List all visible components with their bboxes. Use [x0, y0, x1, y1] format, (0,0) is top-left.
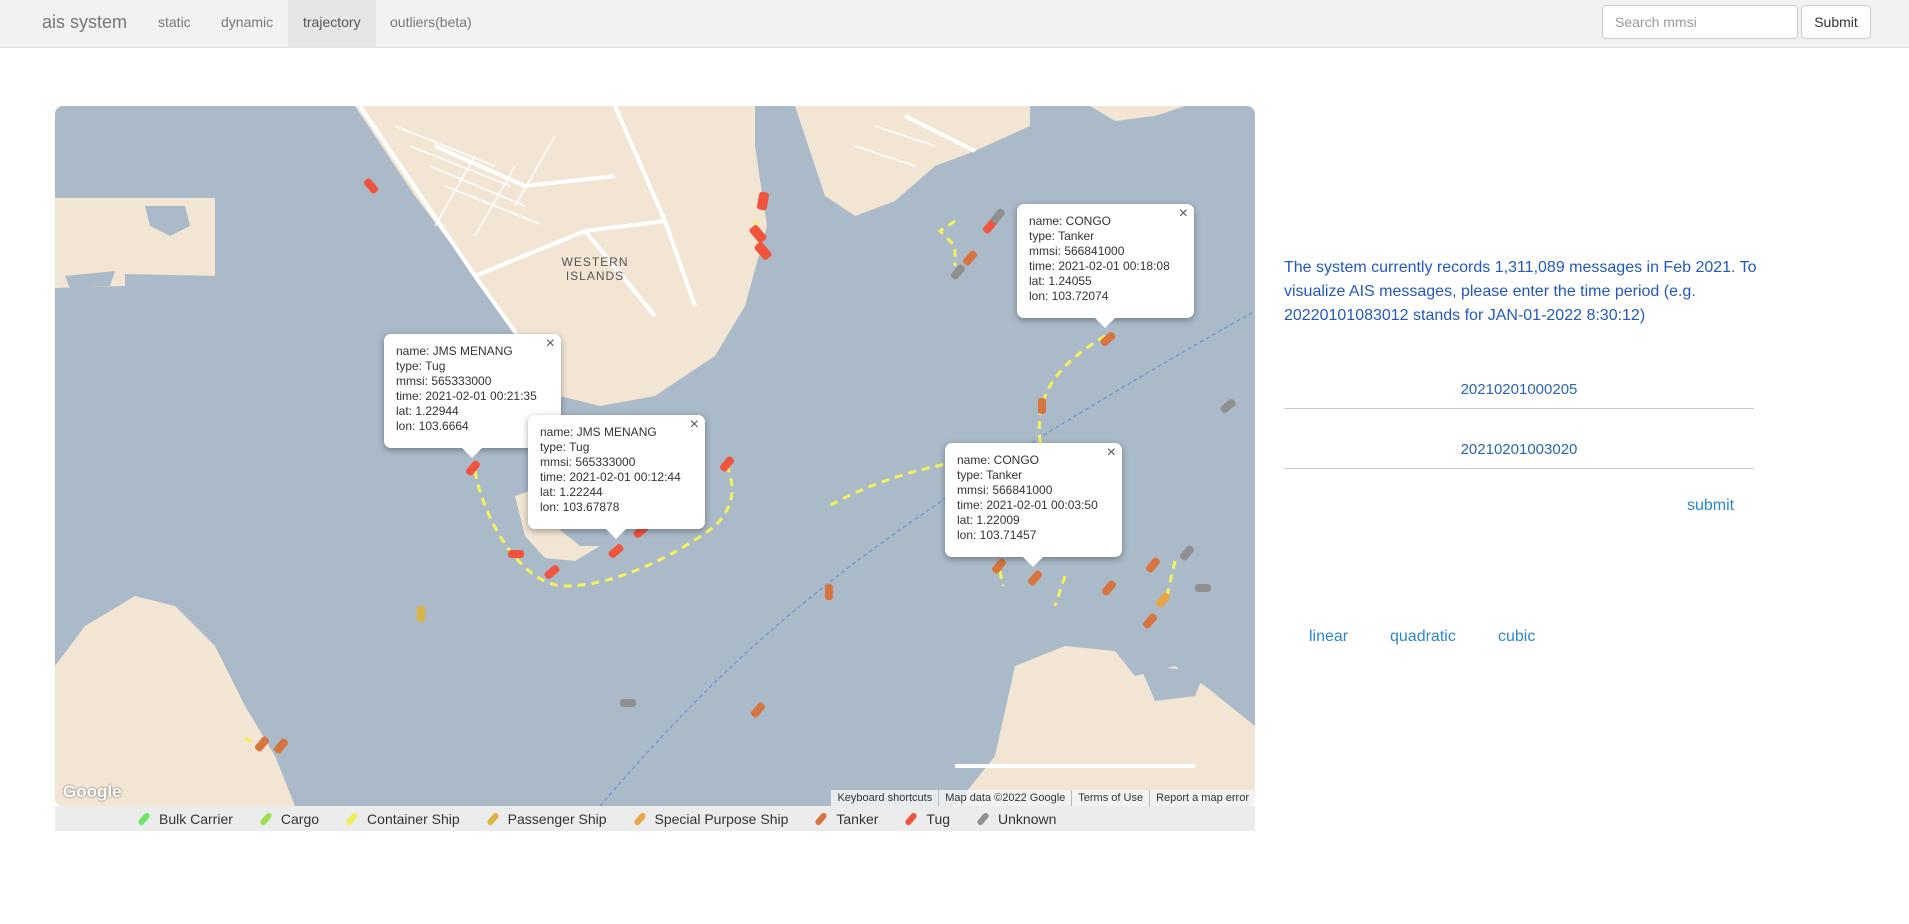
popup-lon: lon: 103.72074 [1029, 289, 1109, 303]
popup-lon: lon: 103.71457 [957, 528, 1037, 542]
land-south-west [55, 596, 295, 806]
popup-time: time: 2021-02-01 00:03:50 [957, 498, 1098, 512]
popup-lat: lat: 1.22244 [540, 485, 603, 499]
end-time-input[interactable] [1284, 430, 1754, 469]
popup-lat: lat: 1.22944 [396, 404, 459, 418]
vessel-type-legend: Bulk Carrier Cargo Container Ship Passen… [55, 806, 1255, 831]
popup-name: name: CONGO [1029, 214, 1112, 228]
popup-mmsi: mmsi: 565333000 [540, 455, 636, 469]
vessel-icon [487, 812, 499, 825]
start-time-input[interactable] [1284, 370, 1754, 409]
vessel-icon [815, 812, 827, 825]
popup-time: time: 2021-02-01 00:21:35 [396, 389, 537, 403]
popup-type: type: Tug [396, 359, 446, 373]
area-label-line1: WESTERN [562, 255, 629, 269]
search-submit-button[interactable]: Submit [1801, 5, 1871, 39]
popup-lat: lat: 1.24055 [1029, 274, 1092, 288]
popup-lat: lat: 1.22009 [957, 513, 1020, 527]
legend-item-passenger-ship: Passenger Ship [486, 811, 607, 827]
system-description: The system currently records 1,311,089 m… [1284, 259, 1757, 324]
popup-type: type: Tanker [957, 468, 1023, 482]
report-map-error-link[interactable]: Report a map error [1149, 790, 1255, 806]
legend-item-tanker: Tanker [814, 811, 878, 827]
popup-mmsi: mmsi: 566841000 [1029, 244, 1125, 258]
search-mmsi-input[interactable] [1602, 5, 1798, 39]
close-icon[interactable]: × [690, 417, 699, 433]
vessel-icon [138, 812, 150, 825]
nav-link-dynamic[interactable]: dynamic [206, 0, 288, 47]
interpolation-cubic-button[interactable]: cubic [1498, 628, 1535, 646]
legend-item-bulk-carrier: Bulk Carrier [137, 811, 233, 827]
map[interactable]: WESTERN ISLANDS × name: JMS MENANG type:… [55, 106, 1255, 806]
vessel-icon [905, 812, 917, 825]
close-icon[interactable]: × [546, 336, 555, 352]
interpolation-quadratic-button[interactable]: quadratic [1390, 628, 1456, 646]
popup-type: type: Tug [540, 440, 590, 454]
nav-link-outliers[interactable]: outliers(beta) [375, 0, 487, 47]
vessel-icon [346, 812, 358, 825]
map-data-credit: Map data ©2022 Google [938, 790, 1071, 806]
popup-mmsi: mmsi: 566841000 [957, 483, 1053, 497]
map-attribution: Keyboard shortcuts Map data ©2022 Google… [831, 790, 1255, 806]
close-icon[interactable]: × [1179, 206, 1188, 222]
legend-item-special-purpose-ship: Special Purpose Ship [633, 811, 788, 827]
google-logo: Google [63, 782, 122, 801]
land-north-east [795, 106, 1030, 216]
legend-item-container-ship: Container Ship [345, 811, 460, 827]
brand-title[interactable]: ais system [42, 12, 127, 33]
interpolation-linear-button[interactable]: linear [1309, 628, 1348, 646]
popup-time: time: 2021-02-01 00:12:44 [540, 470, 681, 484]
popup-type: type: Tanker [1029, 229, 1095, 243]
land-south-east [955, 646, 1255, 806]
popup-lon: lon: 103.67878 [540, 500, 620, 514]
legend-item-cargo: Cargo [259, 811, 319, 827]
vessel-popup: × name: JMS MENANG type: Tug mmsi: 56533… [528, 415, 705, 539]
submit-time-button[interactable]: submit [1687, 497, 1734, 515]
nav-link-static[interactable]: static [143, 0, 206, 47]
vessel-icon [633, 812, 646, 825]
close-icon[interactable]: × [1107, 445, 1116, 461]
popup-name: name: JMS MENANG [396, 344, 513, 358]
nav-link-trajectory[interactable]: trajectory [288, 0, 376, 47]
area-label-line2: ISLANDS [566, 269, 624, 283]
legend-item-unknown: Unknown [976, 811, 1056, 827]
land-west-block [55, 198, 215, 288]
popup-lon: lon: 103.6664 [396, 419, 469, 433]
terms-of-use-link[interactable]: Terms of Use [1071, 790, 1149, 806]
popup-name: name: CONGO [957, 453, 1040, 467]
popup-time: time: 2021-02-01 00:18:08 [1029, 259, 1170, 273]
vessel-popup: × name: CONGO type: Tanker mmsi: 5668410… [945, 443, 1122, 567]
keyboard-shortcuts-link[interactable]: Keyboard shortcuts [831, 790, 938, 806]
navbar: ais system static dynamic trajectory out… [0, 0, 1909, 48]
vessel-popup: × name: CONGO type: Tanker mmsi: 5668410… [1017, 204, 1194, 328]
popup-mmsi: mmsi: 565333000 [396, 374, 492, 388]
popup-name: name: JMS MENANG [540, 425, 657, 439]
land-north-east-small [1090, 106, 1185, 121]
vessel-icon [260, 812, 272, 825]
vessel-icon [977, 812, 989, 825]
legend-item-tug: Tug [904, 811, 950, 827]
